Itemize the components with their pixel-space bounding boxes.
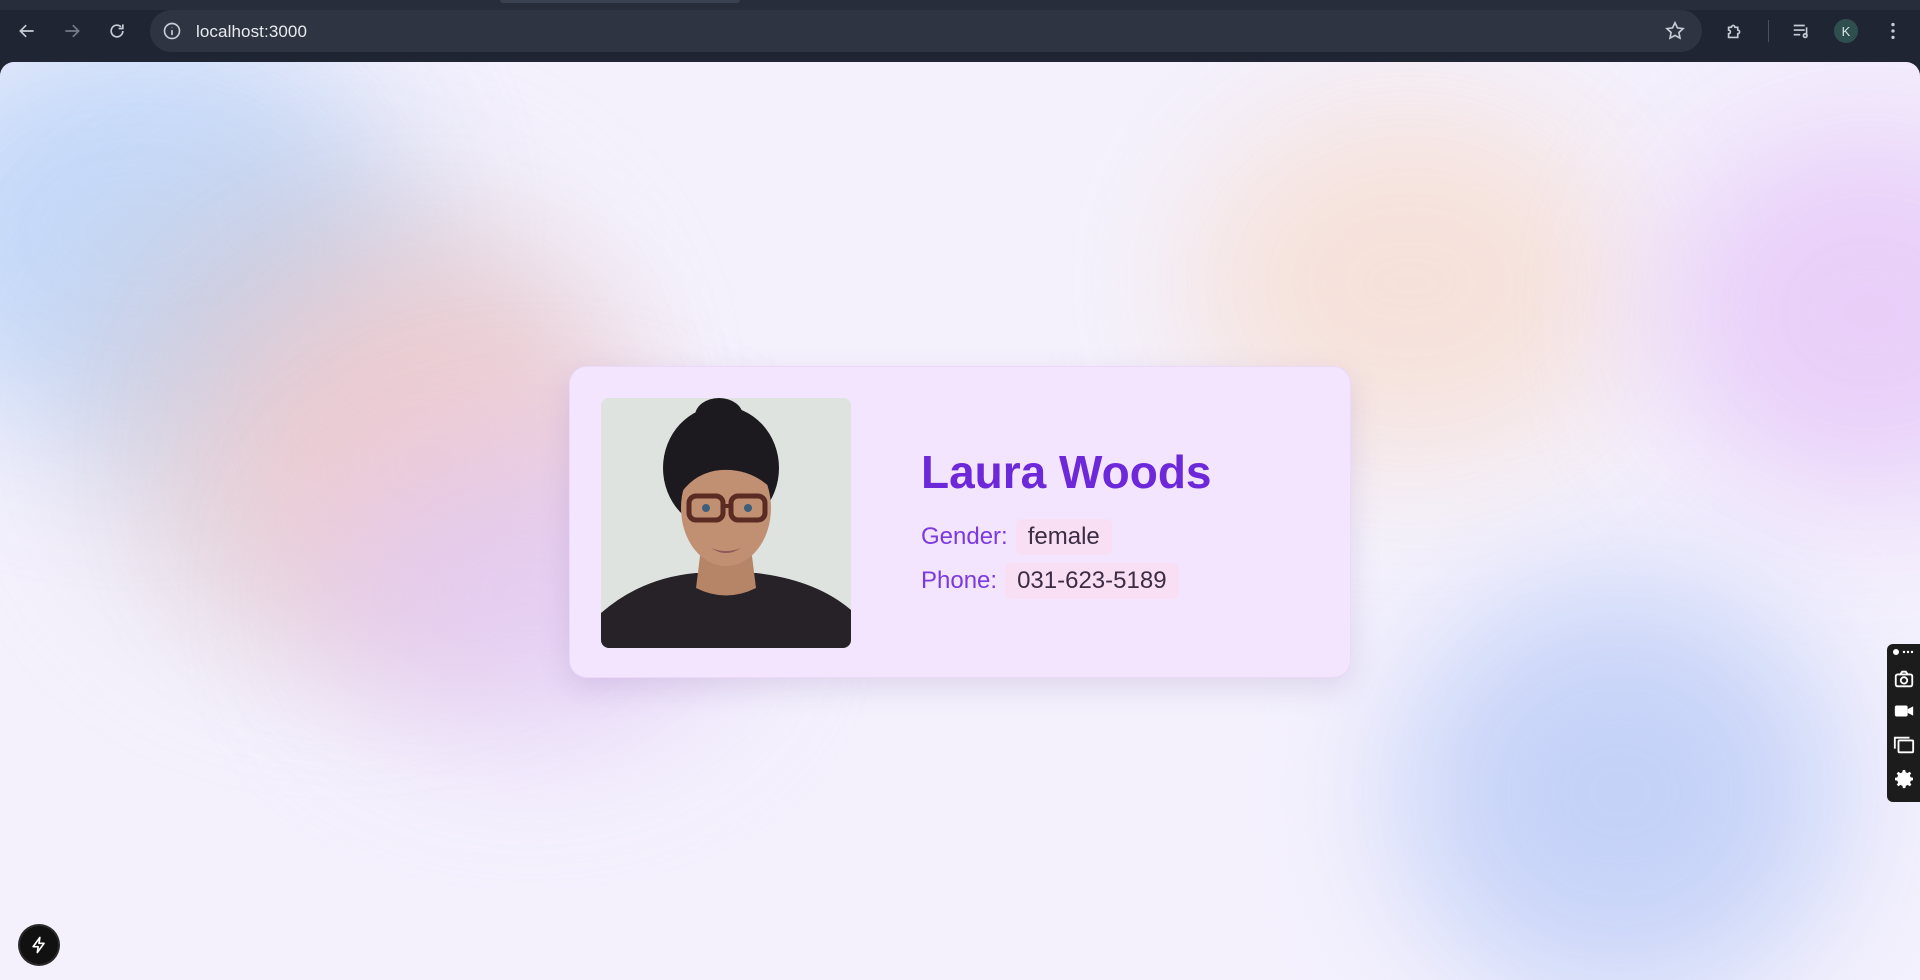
browser-toolbar: localhost:3000 K bbox=[0, 0, 1920, 62]
arrow-right-icon bbox=[65, 24, 80, 38]
profile-card: Laura Woods Gender: female Phone: 031-62… bbox=[569, 366, 1351, 678]
profile-photo bbox=[601, 398, 851, 648]
lightning-icon bbox=[32, 936, 45, 954]
gender-value: female bbox=[1015, 519, 1112, 555]
arrow-left-icon bbox=[19, 24, 34, 38]
page-viewport: Laura Woods Gender: female Phone: 031-62… bbox=[0, 62, 1920, 980]
phone-value: 031-623-5189 bbox=[1005, 563, 1179, 599]
toolbar-handle-icon[interactable] bbox=[1891, 646, 1917, 658]
video-icon[interactable] bbox=[1891, 698, 1917, 724]
tab-strip bbox=[0, 0, 1920, 10]
toolbar-divider bbox=[1768, 20, 1769, 42]
windows-icon[interactable] bbox=[1891, 732, 1917, 758]
forward-button[interactable] bbox=[59, 18, 85, 44]
background-blob bbox=[1400, 582, 1840, 980]
star-icon[interactable] bbox=[1664, 20, 1686, 42]
profile-name: Laura Woods bbox=[921, 446, 1212, 498]
info-icon[interactable] bbox=[162, 21, 182, 41]
profile-avatar[interactable]: K bbox=[1834, 19, 1858, 43]
gear-icon[interactable] bbox=[1891, 766, 1917, 792]
url-text[interactable]: localhost:3000 bbox=[196, 22, 307, 42]
media-controls-icon[interactable] bbox=[1789, 18, 1815, 44]
gender-row: Gender: female bbox=[921, 519, 1112, 555]
puzzle-icon[interactable] bbox=[1722, 18, 1748, 44]
dev-indicator-button[interactable] bbox=[20, 926, 58, 964]
kebab-menu-icon[interactable] bbox=[1880, 18, 1906, 44]
capture-toolbar bbox=[1887, 644, 1920, 802]
reload-icon bbox=[110, 24, 124, 38]
active-tab-indicator[interactable] bbox=[500, 0, 740, 3]
camera-icon[interactable] bbox=[1891, 666, 1917, 692]
background-blob bbox=[1660, 122, 1920, 502]
reload-button[interactable] bbox=[104, 18, 130, 44]
phone-label: Phone: bbox=[921, 567, 998, 594]
gender-label: Gender: bbox=[921, 523, 1008, 550]
back-button[interactable] bbox=[14, 18, 40, 44]
phone-row: Phone: 031-623-5189 bbox=[921, 563, 1179, 599]
address-bar[interactable]: localhost:3000 bbox=[150, 10, 1702, 52]
